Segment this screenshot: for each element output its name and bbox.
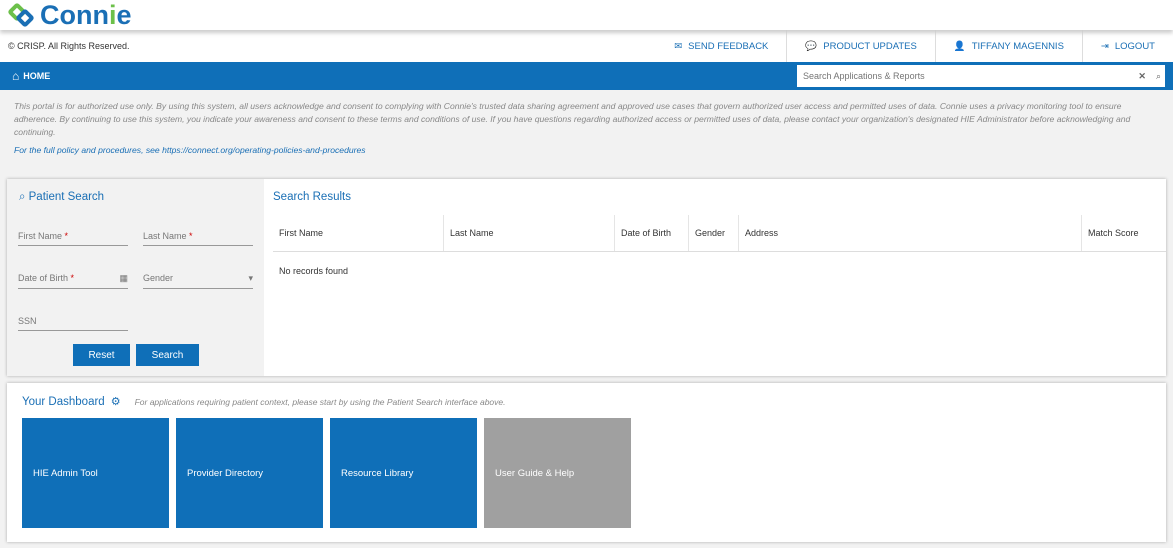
usage-notice: This portal is for authorized use only. …	[14, 101, 1131, 137]
nav-bar: ⌂ HOME ✕ ⌕	[0, 62, 1173, 90]
send-feedback-link[interactable]: ✉ SEND FEEDBACK	[656, 30, 786, 62]
ssn-field[interactable]: SSN	[18, 316, 128, 331]
user-icon: 👤	[953, 40, 966, 52]
dob-field[interactable]: Date of Birth * ▦	[18, 273, 128, 289]
tile-user-guide[interactable]: User Guide & Help	[484, 418, 631, 528]
patient-search-title: ⌕ Patient Search	[19, 191, 105, 203]
col-match-score[interactable]: Match Score	[1082, 215, 1145, 251]
app-search-input[interactable]	[801, 70, 1129, 82]
home-link[interactable]: HOME	[23, 71, 50, 81]
reset-button[interactable]: Reset	[73, 344, 130, 366]
dashboard-title: Your Dashboard	[22, 395, 105, 408]
envelope-icon: ✉	[674, 40, 683, 52]
tile-resource-library[interactable]: Resource Library	[330, 418, 477, 528]
dashboard-hint: For applications requiring patient conte…	[134, 396, 506, 407]
patient-search-card: ⌕ Patient Search First Name * Last Name …	[7, 179, 1166, 376]
clear-icon[interactable]: ✕	[1138, 71, 1146, 82]
tile-provider-directory[interactable]: Provider Directory	[176, 418, 323, 528]
product-updates-link[interactable]: 💬 PRODUCT UPDATES	[786, 30, 934, 62]
col-dob[interactable]: Date of Birth	[615, 215, 689, 251]
gear-icon[interactable]: ⚙	[111, 395, 121, 408]
search-icon[interactable]: ⌕	[1156, 71, 1161, 82]
results-header: First Name Last Name Date of Birth Gende…	[273, 215, 1166, 252]
col-address[interactable]: Address	[739, 215, 1082, 251]
user-menu[interactable]: 👤 TIFFANY MAGENNIS	[934, 30, 1082, 62]
chat-icon: 💬	[805, 40, 818, 52]
app-search: ✕ ⌕	[797, 65, 1165, 87]
col-first-name[interactable]: First Name	[273, 215, 444, 251]
logout-icon: ⇥	[1100, 40, 1109, 52]
policy-link[interactable]: For the full policy and procedures, see …	[0, 139, 1173, 161]
last-name-field[interactable]: Last Name *	[143, 231, 253, 246]
col-last-name[interactable]: Last Name	[444, 215, 615, 251]
brand-name: Connie	[40, 0, 132, 30]
logo[interactable]: Connie	[0, 0, 1173, 30]
search-button[interactable]: Search	[136, 344, 199, 366]
tile-hie-admin-tool[interactable]: HIE Admin Tool	[22, 418, 169, 528]
copyright: © CRISP. All Rights Reserved.	[8, 41, 130, 51]
home-icon: ⌂	[12, 69, 20, 83]
patient-search-panel: ⌕ Patient Search First Name * Last Name …	[7, 179, 264, 376]
first-name-field[interactable]: First Name *	[18, 231, 128, 246]
gender-select[interactable]: Gender ▾	[143, 273, 253, 289]
search-results-title: Search Results	[273, 191, 351, 203]
empty-message: No records found	[279, 266, 349, 276]
dashboard-card: Your Dashboard ⚙ For applications requir…	[7, 383, 1166, 542]
calendar-icon[interactable]: ▦	[119, 273, 128, 284]
top-bar: © CRISP. All Rights Reserved. ✉ SEND FEED…	[0, 30, 1173, 62]
chevron-down-icon: ▾	[248, 273, 253, 283]
logout-link[interactable]: ⇥ LOGOUT	[1081, 30, 1173, 62]
col-gender[interactable]: Gender	[689, 215, 739, 251]
connie-logo-icon	[7, 2, 36, 28]
search-results: Search Results First Name Last Name Date…	[273, 191, 1166, 290]
